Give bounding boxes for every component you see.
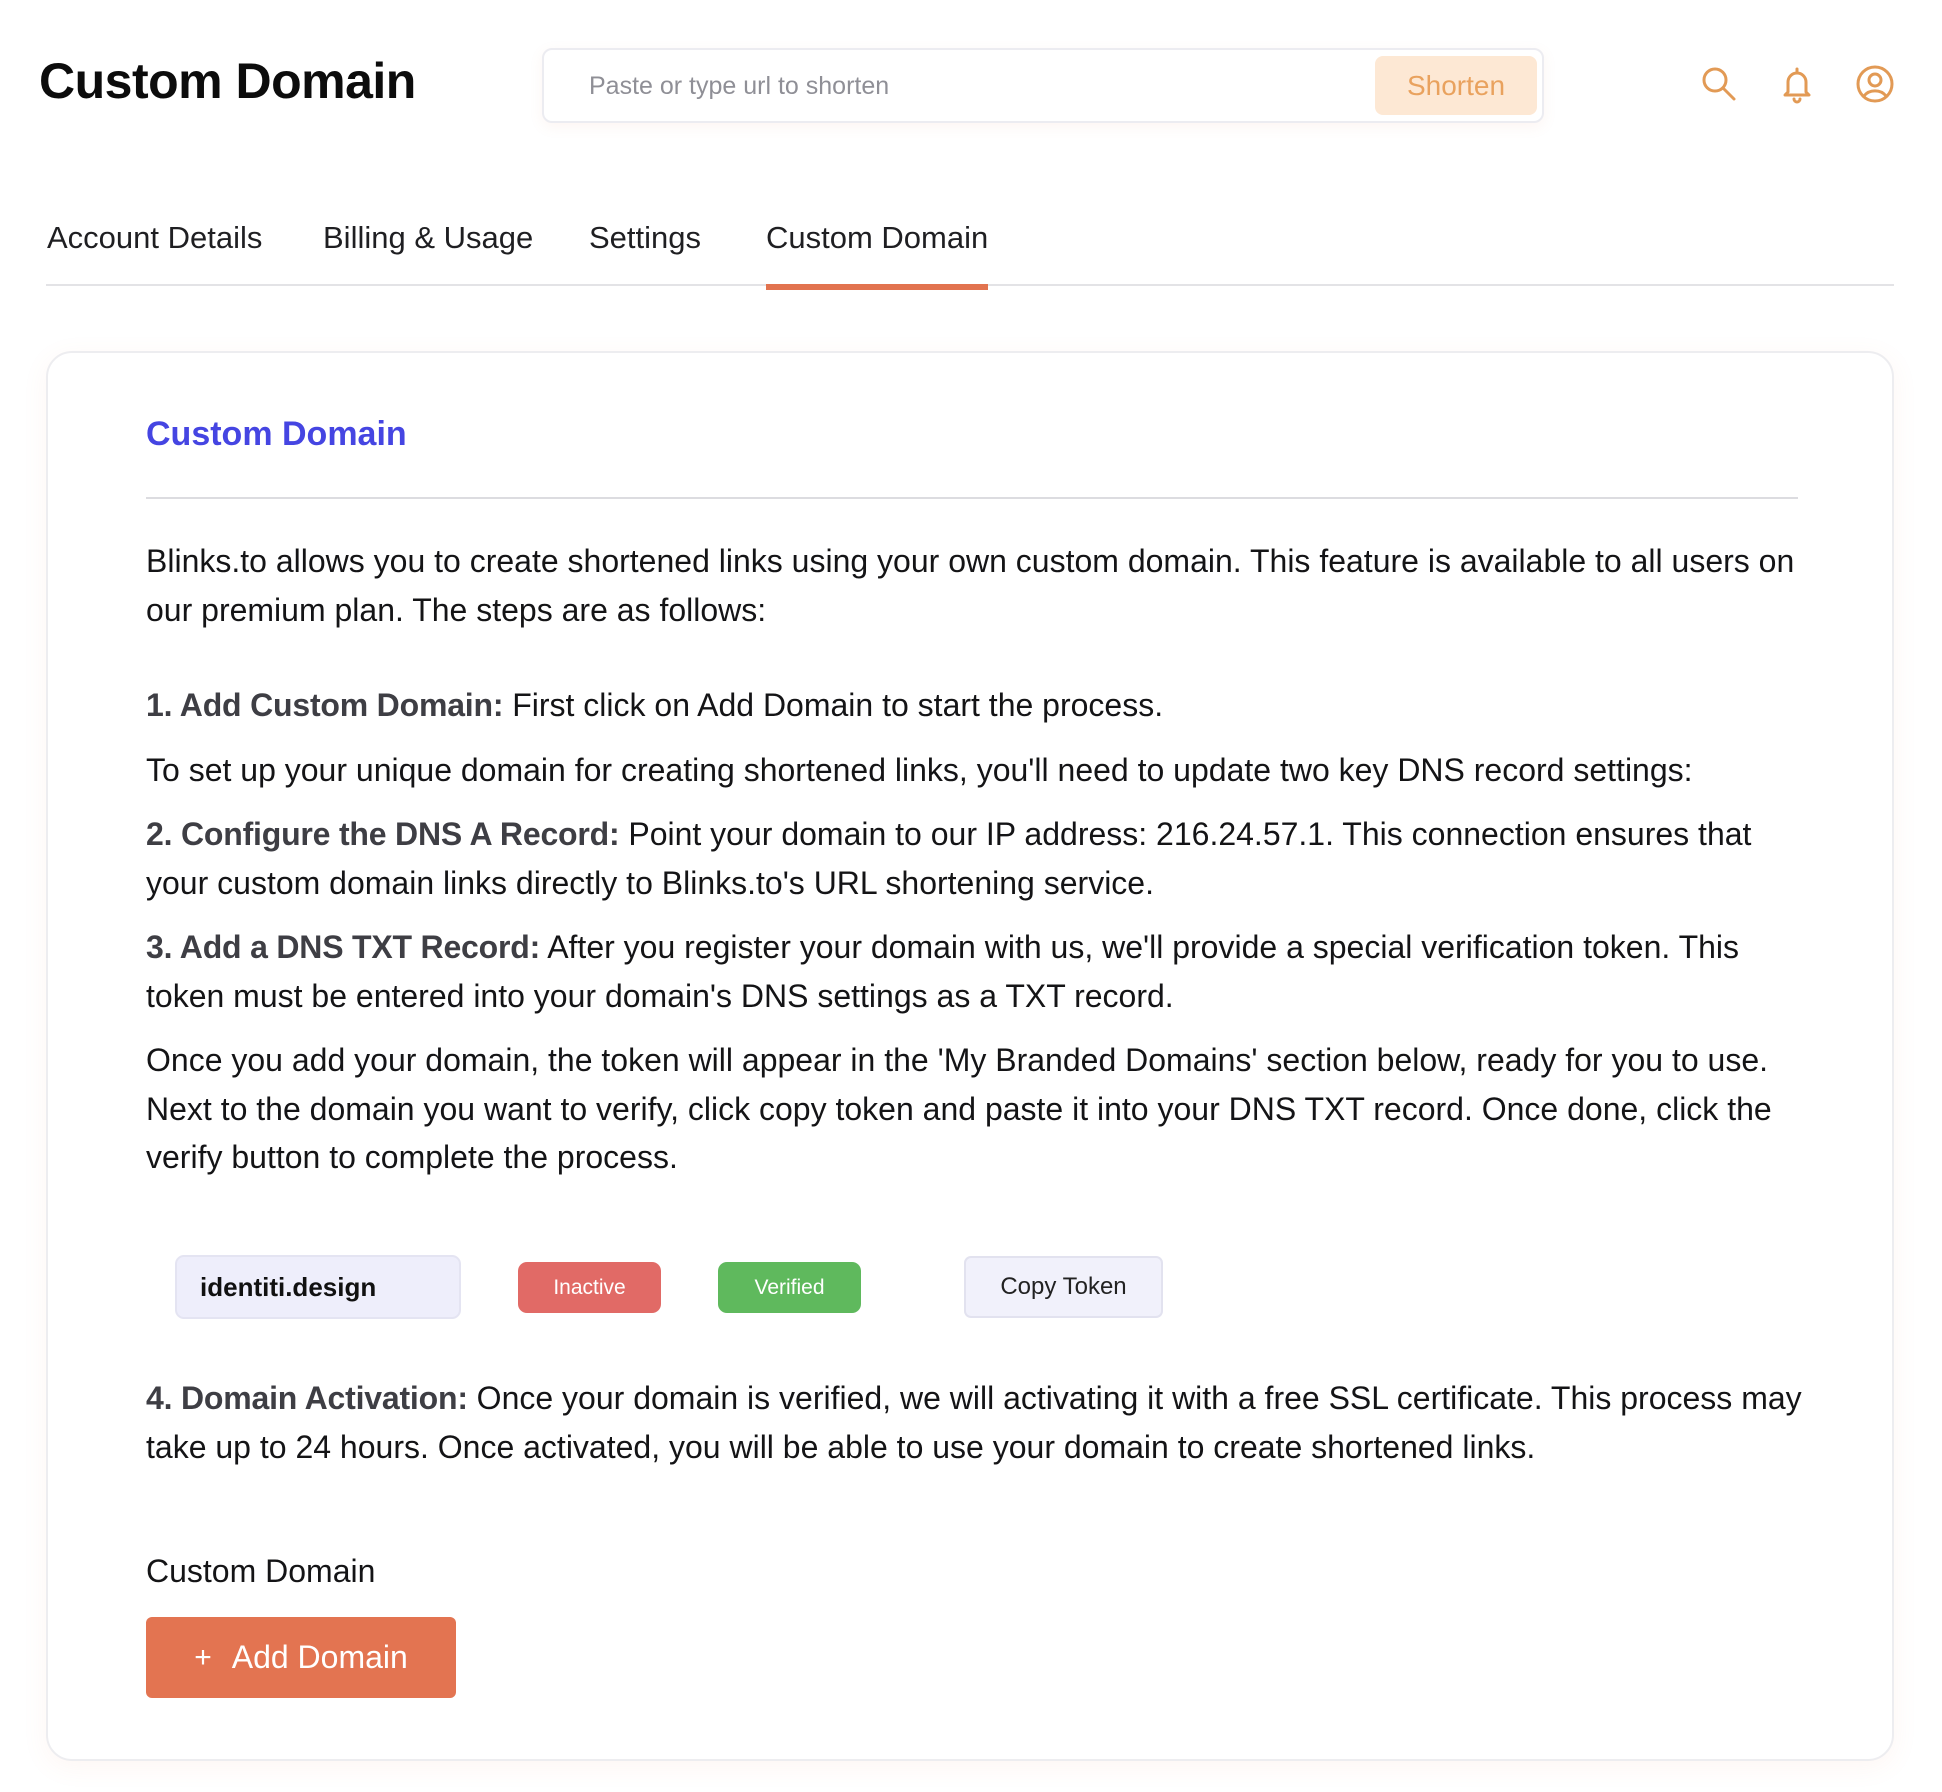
- tab-label: Account Details: [47, 220, 263, 255]
- step-2: 2. Configure the DNS A Record: Point you…: [146, 810, 1808, 907]
- step-4-heading: 4. Domain Activation:: [146, 1380, 468, 1416]
- tab-billing-usage[interactable]: Billing & Usage: [323, 220, 533, 282]
- step-2-heading: 2. Configure the DNS A Record:: [146, 816, 620, 852]
- divider: [146, 497, 1798, 499]
- top-header: Custom Domain Shorten: [0, 0, 1942, 170]
- instructions: Blinks.to allows you to create shortened…: [146, 537, 1808, 1198]
- custom-domain-card: Custom Domain Blinks.to allows you to cr…: [46, 351, 1894, 1761]
- url-input[interactable]: [589, 62, 1349, 110]
- domain-name: identiti.design: [175, 1255, 461, 1319]
- add-domain-label: Add Domain: [231, 1639, 408, 1675]
- page-title: Custom Domain: [39, 53, 416, 109]
- step-1-heading: 1. Add Custom Domain:: [146, 687, 504, 723]
- add-domain-button[interactable]: + Add Domain: [146, 1617, 456, 1698]
- intro-text: Blinks.to allows you to create shortened…: [146, 543, 1795, 628]
- step-4: 4. Domain Activation: Once your domain i…: [146, 1374, 1808, 1471]
- tab-label: Custom Domain: [766, 220, 989, 255]
- active-tab-indicator: [766, 284, 989, 290]
- tab-label: Settings: [589, 220, 702, 255]
- status-badge-verified: Verified: [718, 1262, 861, 1313]
- shorten-button[interactable]: Shorten: [1375, 56, 1537, 115]
- step-1: 1. Add Custom Domain: First click on Add…: [146, 681, 1808, 730]
- tab-account-details[interactable]: Account Details: [47, 220, 262, 282]
- tab-label: Billing & Usage: [323, 220, 534, 255]
- status-badge-inactive: Inactive: [518, 1262, 661, 1313]
- example-domain-row: identiti.design Inactive Verified Copy T…: [175, 1255, 1175, 1321]
- settings-tabs: Account Details Billing & Usage Settings…: [46, 212, 1894, 290]
- token-info-text: Once you add your domain, the token will…: [146, 1042, 1772, 1175]
- step-3: 3. Add a DNS TXT Record: After you regis…: [146, 923, 1808, 1020]
- user-circle-icon[interactable]: [1853, 62, 1897, 106]
- tab-settings[interactable]: Settings: [589, 220, 701, 282]
- step-1-text: First click on Add Domain to start the p…: [503, 687, 1164, 723]
- url-shortener-bar: Shorten: [542, 48, 1544, 123]
- step-3-heading: 3. Add a DNS TXT Record:: [146, 929, 541, 965]
- bell-icon[interactable]: [1775, 62, 1819, 106]
- card-title: Custom Domain: [146, 415, 407, 453]
- page: Custom Domain Shorten: [0, 0, 1942, 1792]
- copy-token-button[interactable]: Copy Token: [964, 1256, 1163, 1318]
- plus-icon: +: [194, 1640, 212, 1674]
- dns-intro-text: To set up your unique domain for creatin…: [146, 751, 1693, 788]
- search-icon[interactable]: [1697, 62, 1741, 106]
- custom-domain-label: Custom Domain: [146, 1553, 376, 1589]
- tab-custom-domain[interactable]: Custom Domain: [766, 220, 989, 290]
